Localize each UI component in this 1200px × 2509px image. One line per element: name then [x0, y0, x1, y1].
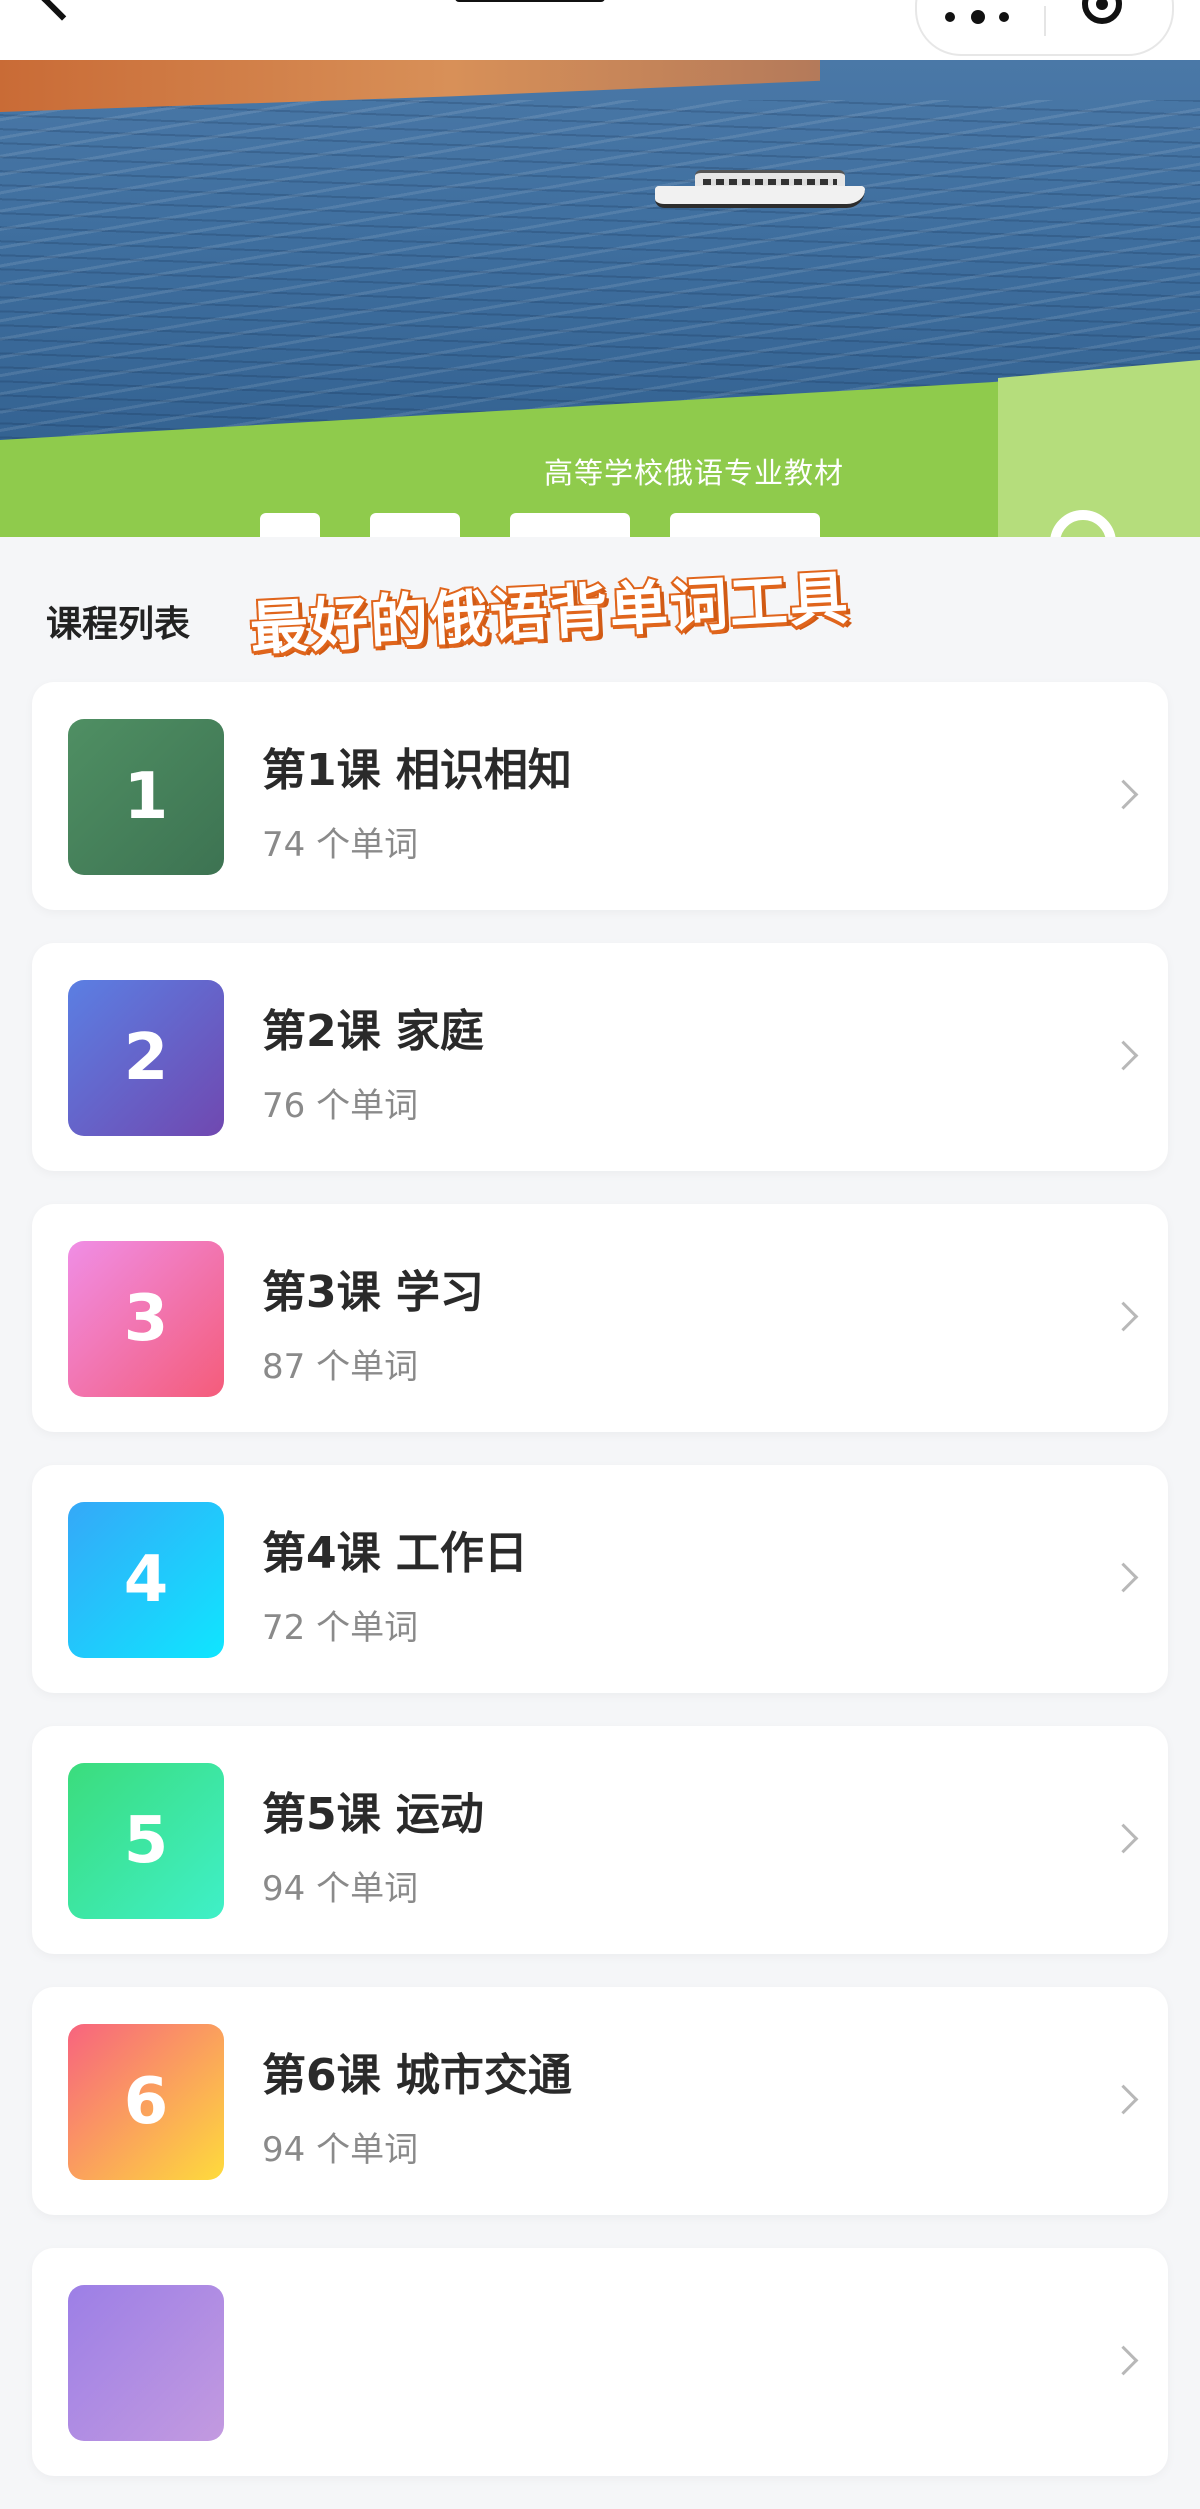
boat-image: [655, 168, 865, 208]
chevron-right-icon: [1108, 1823, 1139, 1854]
course-title: 第3课 学习: [262, 1267, 484, 1318]
course-list: 1 第1课 相识相知 74 个单词 2 第2课 家庭 76 个单词 3 第3课 …: [32, 682, 1168, 2509]
course-number-badge: 6: [68, 2024, 224, 2180]
nav-title: [455, 0, 605, 2]
banner-book-title-cropped: [250, 505, 890, 540]
course-card[interactable]: 5 第5课 运动 94 个单词: [32, 1726, 1168, 1954]
course-title: 第5课 运动: [262, 1789, 484, 1840]
course-number-badge: 3: [68, 1241, 224, 1397]
capsule-divider: [1044, 6, 1046, 36]
course-word-count: 87 个单词: [262, 1347, 419, 1387]
course-word-count: 94 个单词: [262, 2130, 419, 2170]
chevron-right-icon: [1108, 779, 1139, 810]
course-number-badge: 5: [68, 1763, 224, 1919]
chevron-right-icon: [1108, 2084, 1139, 2115]
course-title: 第1课 相识相知: [262, 745, 572, 796]
content-sheet: 课程列表 最好的俄语背单词工具 1 第1课 相识相知 74 个单词 2 第2课 …: [0, 537, 1200, 2476]
course-card[interactable]: 4 第4课 工作日 72 个单词: [32, 1465, 1168, 1693]
more-icon[interactable]: [945, 8, 1015, 28]
course-number-badge: 4: [68, 1502, 224, 1658]
course-number-badge: 2: [68, 980, 224, 1136]
chevron-right-icon: [1108, 1301, 1139, 1332]
course-card[interactable]: 6 第6课 城市交通 94 个单词: [32, 1987, 1168, 2215]
banner-subtitle: 高等学校俄语专业教材: [544, 456, 845, 490]
course-word-count: 76 个单词: [262, 1086, 419, 1126]
promo-slogan: 最好的俄语背单词工具: [246, 562, 853, 665]
mini-program-capsule: [915, 0, 1174, 56]
course-card[interactable]: 3 第3课 学习 87 个单词: [32, 1204, 1168, 1432]
banner-green-accent: [998, 360, 1200, 540]
course-word-count: 74 个单词: [262, 825, 419, 865]
course-number-badge: [68, 2285, 224, 2441]
course-title: 第2课 家庭: [262, 1006, 484, 1057]
course-card[interactable]: 1 第1课 相识相知 74 个单词: [32, 682, 1168, 910]
course-card[interactable]: [32, 2248, 1168, 2476]
course-word-count: 94 个单词: [262, 1869, 419, 1909]
back-icon[interactable]: [39, 0, 85, 21]
banner-image: 高等学校俄语专业教材: [0, 60, 1200, 540]
nav-bar: [0, 0, 1200, 60]
chevron-right-icon: [1108, 1040, 1139, 1071]
section-title: 课程列表: [46, 604, 191, 645]
course-card[interactable]: 2 第2课 家庭 76 个单词: [32, 943, 1168, 1171]
course-number-badge: 1: [68, 719, 224, 875]
close-mini-icon[interactable]: [1082, 0, 1122, 24]
course-word-count: 72 个单词: [262, 1608, 419, 1648]
course-title: 第6课 城市交通: [262, 2050, 572, 2101]
course-title: 第4课 工作日: [262, 1528, 528, 1579]
chevron-right-icon: [1108, 1562, 1139, 1593]
chevron-right-icon: [1108, 2345, 1139, 2376]
